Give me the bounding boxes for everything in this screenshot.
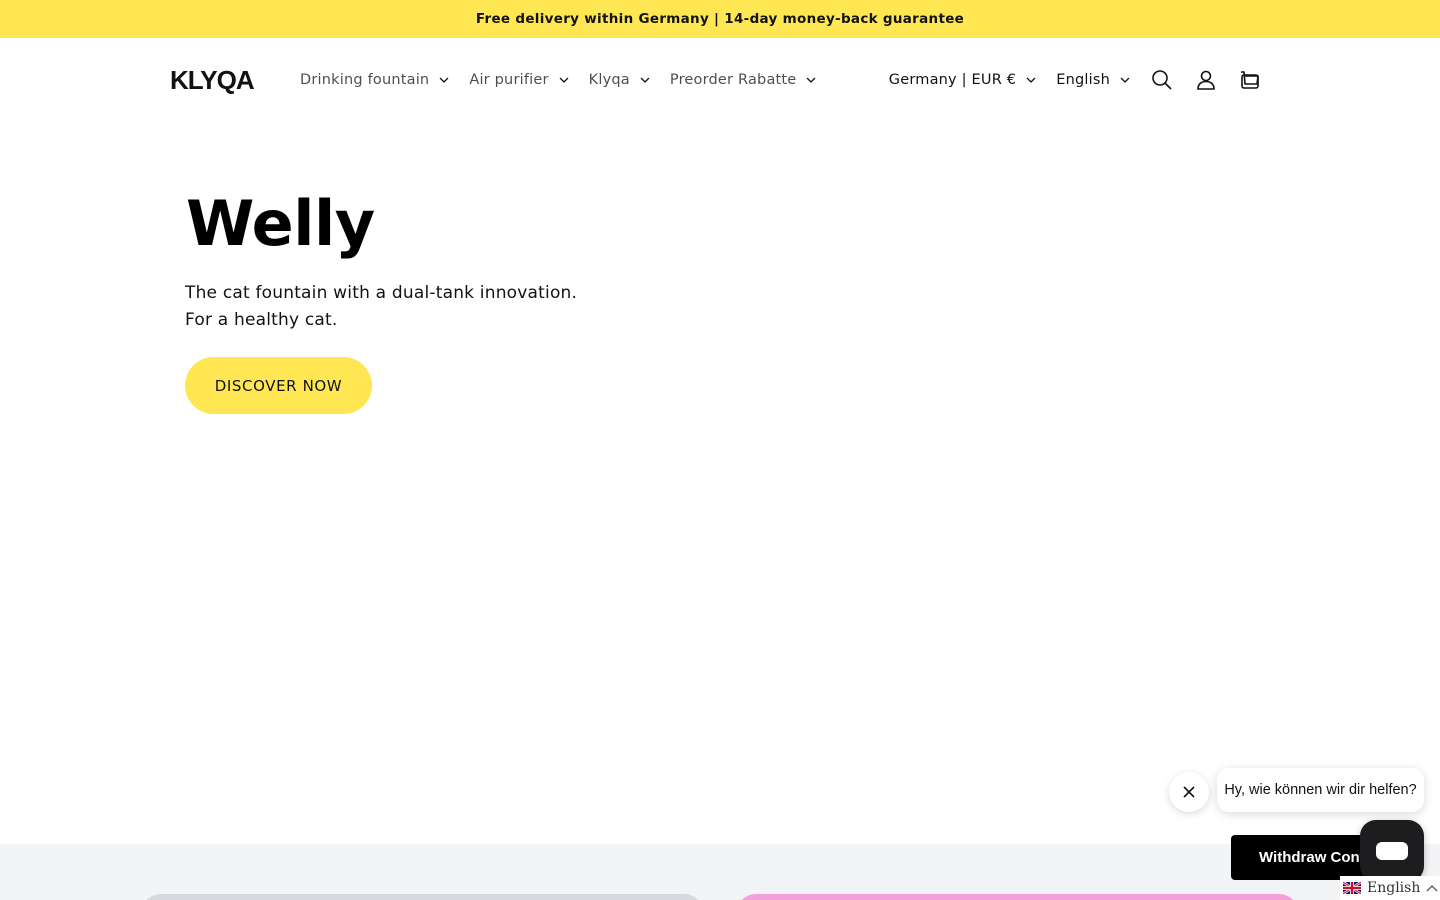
chevron-down-icon <box>806 77 816 83</box>
hero-subtitle: The cat fountain with a dual-tank innova… <box>185 280 605 334</box>
nav-item-label: Preorder Rabatte <box>669 72 797 88</box>
hero-subtitle-line-2: For a healthy cat. <box>185 310 338 330</box>
discover-now-label: DISCOVER NOW <box>214 376 343 395</box>
nav-item-label: Air purifier <box>469 72 549 88</box>
main-nav: Drinking fountain Air purifier Klyqa Pre… <box>290 65 826 95</box>
chevron-down-icon <box>640 77 650 83</box>
country-selector[interactable]: Germany | EUR € <box>879 60 1046 100</box>
nav-item-drinking-fountain[interactable]: Drinking fountain <box>290 65 459 95</box>
cart-icon <box>1241 71 1259 89</box>
hero-title: Welly <box>186 187 375 260</box>
chevron-down-icon <box>1026 77 1036 83</box>
chat-close-button[interactable] <box>1169 772 1209 812</box>
search-icon <box>1152 70 1172 90</box>
chevron-up-icon <box>1426 885 1438 892</box>
nav-item-label: Drinking fountain <box>300 72 430 88</box>
logo[interactable]: KLYQA <box>170 64 255 95</box>
account-icon <box>1197 70 1215 90</box>
product-card-pink[interactable] <box>736 894 1299 900</box>
announcement-bar: Free delivery within Germany | 14-day mo… <box>0 0 1440 38</box>
chevron-down-icon <box>439 77 449 83</box>
nav-item-preorder-rabatte[interactable]: Preorder Rabatte <box>660 65 827 95</box>
chevron-down-icon <box>559 77 569 83</box>
account-button[interactable] <box>1184 58 1228 102</box>
language-selector[interactable]: English <box>1046 60 1140 100</box>
close-icon <box>1183 786 1195 798</box>
product-cards-section <box>0 844 1440 900</box>
language-widget-label: English <box>1367 880 1421 896</box>
chat-greeting-bubble[interactable]: Hy, wie können wir dir helfen? <box>1217 768 1424 812</box>
announcement-text: Free delivery within Germany | 14-day mo… <box>475 11 965 27</box>
chat-greeting-text: Hy, wie können wir dir helfen? <box>1224 782 1417 798</box>
hero-section: Welly The cat fountain with a dual-tank … <box>0 122 1440 844</box>
hero-subtitle-line-1: The cat fountain with a dual-tank innova… <box>185 283 578 303</box>
language-widget[interactable]: English <box>1340 876 1440 900</box>
language-selector-label: English <box>1056 72 1110 88</box>
chevron-down-icon <box>1120 77 1130 83</box>
logo-text: KLYQA <box>170 64 255 95</box>
uk-flag-icon <box>1343 882 1361 894</box>
site-header: KLYQA Drinking fountain Air purifier Kly… <box>0 38 1440 122</box>
nav-item-klyqa[interactable]: Klyqa <box>579 65 660 95</box>
discover-now-button[interactable]: DISCOVER NOW <box>185 357 372 414</box>
header-utilities: Germany | EUR € English <box>879 60 1272 100</box>
chat-launcher-button[interactable] <box>1360 820 1424 882</box>
search-button[interactable] <box>1140 58 1184 102</box>
chat-icon <box>1376 842 1408 860</box>
product-card-grey[interactable] <box>141 894 704 900</box>
nav-item-label: Klyqa <box>588 72 630 88</box>
nav-item-air-purifier[interactable]: Air purifier <box>459 65 578 95</box>
cart-button[interactable] <box>1228 58 1272 102</box>
country-selector-label: Germany | EUR € <box>888 72 1017 88</box>
